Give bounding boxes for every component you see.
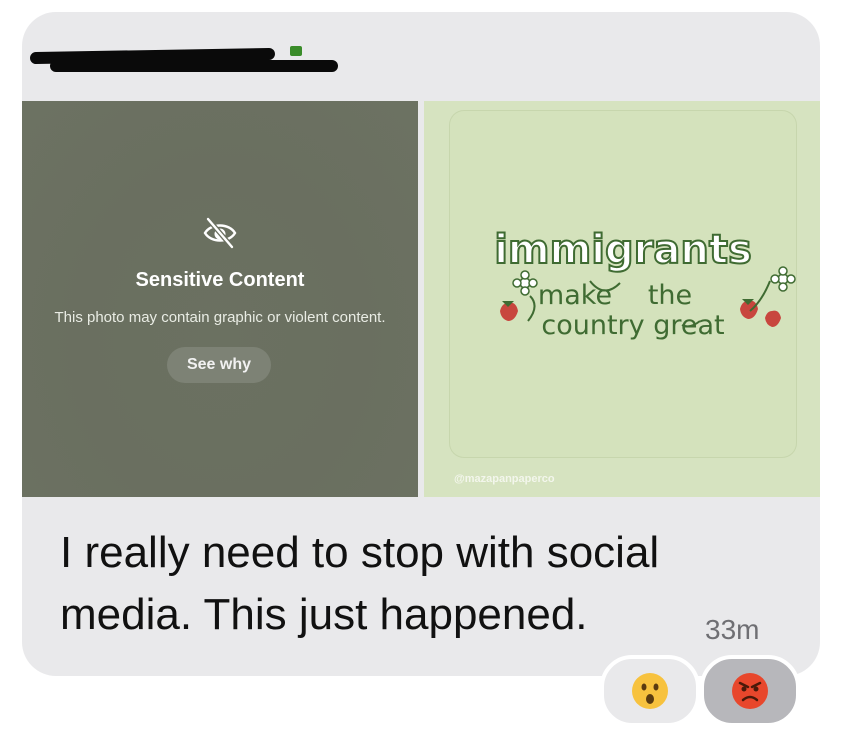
message-timestamp: 33m — [705, 614, 760, 645]
artwork-line2a: make — [538, 280, 612, 311]
message-line: media. This just happened. — [60, 590, 588, 639]
artwork-card: immigrants make the country great — [450, 111, 796, 457]
sensitive-content-subtitle: This photo may contain graphic or violen… — [54, 309, 386, 326]
flower-icon — [512, 270, 538, 296]
shared-image[interactable]: immigrants make the country great @mazap… — [424, 101, 820, 497]
artwork-line3: country great — [541, 310, 724, 341]
artwork-line1: immigrants — [494, 227, 752, 273]
reaction-surprised[interactable] — [600, 655, 700, 727]
redacted-sender-name — [29, 42, 338, 82]
surprised-face-icon — [632, 673, 668, 709]
artwork-illustration: immigrants make the country great — [493, 226, 796, 341]
strawberry-icon — [500, 301, 518, 321]
flower-icon — [770, 266, 796, 292]
message-bubble[interactable]: Sensitive Content This photo may contain… — [22, 12, 820, 676]
watermark: @mazapanpaperco — [454, 473, 555, 485]
message-line: I really need to stop with social — [60, 528, 660, 577]
angry-face-icon — [732, 673, 768, 709]
see-why-button[interactable]: See why — [167, 347, 271, 383]
artwork-line2b: the — [648, 280, 692, 311]
sensitive-photo[interactable]: Sensitive Content This photo may contain… — [22, 101, 418, 497]
strawberry-icon — [765, 310, 781, 327]
photo-grid: Sensitive Content This photo may contain… — [22, 101, 820, 497]
sensitive-content-title: Sensitive Content — [135, 269, 305, 291]
eye-slash-icon — [203, 217, 237, 249]
strawberry-icon — [740, 299, 758, 319]
reaction-angry[interactable] — [700, 655, 800, 727]
message-text: I really need to stop with social media.… — [60, 522, 800, 646]
